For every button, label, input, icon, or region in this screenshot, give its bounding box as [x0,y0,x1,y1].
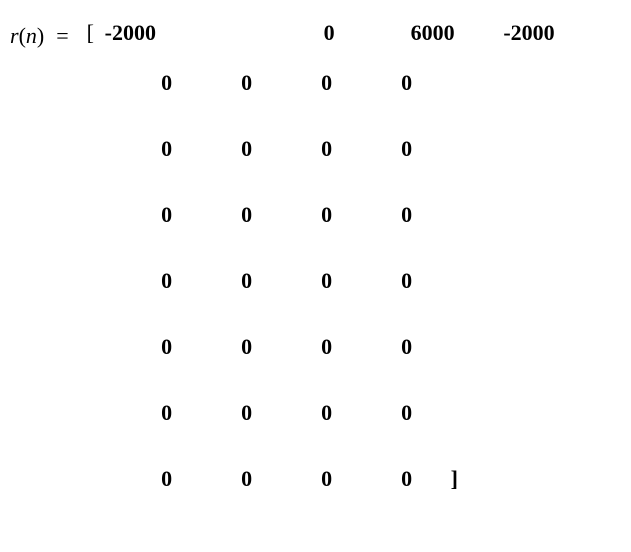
cell: 0 [367,136,447,162]
equals-sign: = [50,20,86,49]
cell: 0 [367,202,447,228]
cell: 0 [127,268,207,294]
matrix-equation: r(n) = [ -2000 0 6000 -2000 0 0 0 0 0 0 … [10,20,621,532]
cell: -2000 [105,20,175,46]
cell: 0 [367,70,447,96]
cell: 0 [367,466,447,492]
cell: 0 [287,70,367,96]
matrix-row-1: 0 0 0 0 [87,70,555,136]
cell: 0 [287,136,367,162]
cell: -2000 [455,20,555,46]
cell: 0 [207,268,287,294]
cell: 0 [207,400,287,426]
cell: 0 [287,334,367,360]
cell: 0 [287,202,367,228]
cell: 0 [367,400,447,426]
cell: 0 [287,466,367,492]
cell: 0 [127,334,207,360]
cell: 0 [127,202,207,228]
matrix-row-6: 0 0 0 0 [87,400,555,466]
cell: 0 [127,400,207,426]
matrix-row-2: 0 0 0 0 [87,136,555,202]
fn-name: r [10,23,19,48]
cell: 0 [127,466,207,492]
close-bracket: ] [447,466,458,492]
cell: 0 [367,334,447,360]
open-bracket: [ [87,20,105,46]
matrix-row-4: 0 0 0 0 [87,268,555,334]
cell: 0 [287,400,367,426]
cell: 0 [207,334,287,360]
cell: 0 [207,466,287,492]
cell: 0 [207,136,287,162]
matrix-row-0: [ -2000 0 6000 -2000 [87,20,555,70]
cell: 0 [127,136,207,162]
matrix-row-3: 0 0 0 0 [87,202,555,268]
lhs: r(n) [10,20,50,49]
cell: 0 [367,268,447,294]
fn-arg: n [26,23,37,48]
cell: 6000 [335,20,455,46]
cell: 0 [175,20,335,46]
matrix: [ -2000 0 6000 -2000 0 0 0 0 0 0 0 0 0 0… [87,20,555,532]
matrix-row-7: 0 0 0 0] [87,466,555,532]
cell: 0 [207,70,287,96]
cell: 0 [287,268,367,294]
matrix-row-5: 0 0 0 0 [87,334,555,400]
cell: 0 [207,202,287,228]
cell: 0 [127,70,207,96]
